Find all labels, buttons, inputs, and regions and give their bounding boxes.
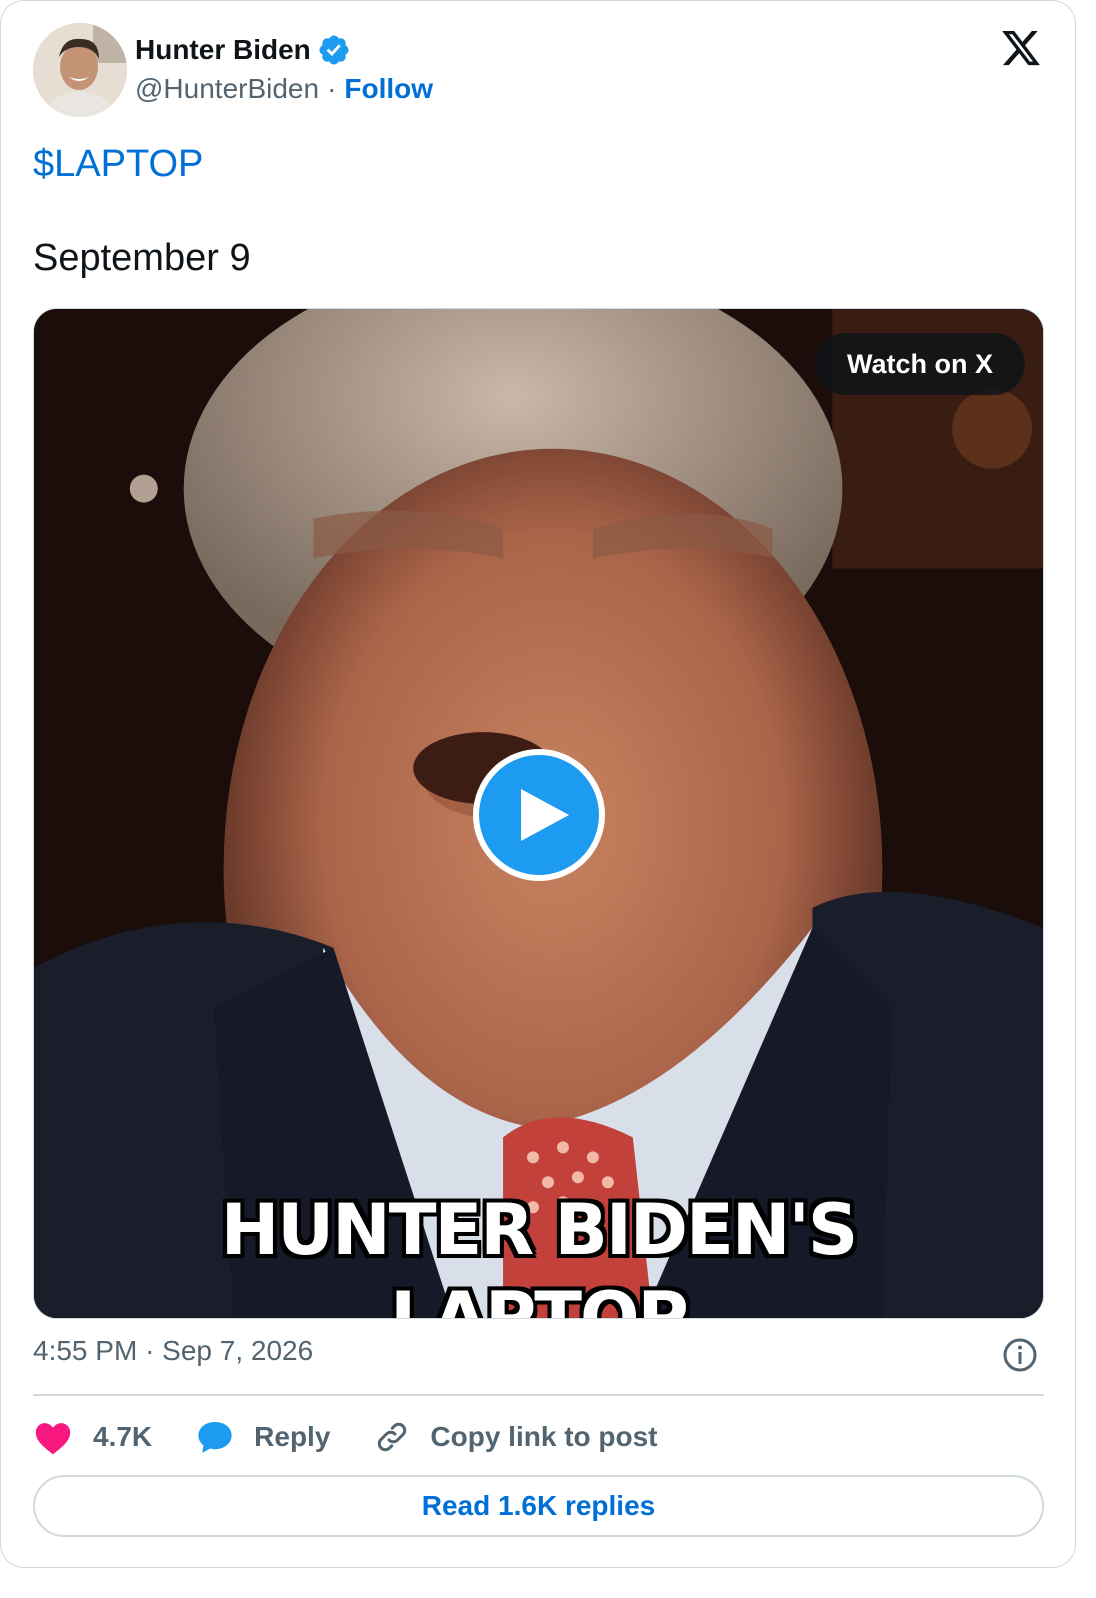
handle-row: @HunterBiden · Follow bbox=[135, 73, 433, 105]
play-button[interactable] bbox=[473, 749, 605, 881]
info-icon[interactable] bbox=[1002, 1337, 1038, 1373]
video-caption-line1: HUNTER BIDEN'S bbox=[220, 1189, 859, 1271]
post-text: September 9 bbox=[33, 237, 251, 279]
meta-separator: · bbox=[145, 1335, 155, 1366]
reply-button[interactable]: Reply bbox=[196, 1419, 330, 1455]
read-replies-button[interactable]: Read 1.6K replies bbox=[33, 1475, 1044, 1537]
copy-link-button[interactable]: Copy link to post bbox=[374, 1419, 658, 1455]
video-player[interactable]: Watch on X HUNTER BIDEN'S LAPTOP bbox=[33, 308, 1044, 1319]
reply-bubble-icon bbox=[198, 1421, 232, 1453]
follow-button[interactable]: Follow bbox=[344, 73, 433, 105]
link-icon bbox=[378, 1422, 407, 1452]
separator: · bbox=[327, 73, 337, 104]
avatar[interactable] bbox=[33, 23, 127, 117]
like-button[interactable]: 4.7K bbox=[33, 1419, 152, 1455]
divider bbox=[33, 1394, 1044, 1396]
post-header: Hunter Biden @HunterBiden · Follow bbox=[33, 23, 1043, 119]
copy-link-label: Copy link to post bbox=[430, 1421, 658, 1452]
post-date[interactable]: Sep 7, 2026 bbox=[162, 1335, 313, 1366]
embedded-post-card: Hunter Biden @HunterBiden · Follow $LAPT… bbox=[0, 0, 1076, 1568]
name-row: Hunter Biden bbox=[135, 33, 351, 67]
reply-label: Reply bbox=[254, 1421, 331, 1452]
heart-icon bbox=[35, 1423, 71, 1455]
verified-badge-icon bbox=[319, 35, 349, 65]
post-time[interactable]: 4:55 PM bbox=[33, 1335, 137, 1366]
watch-on-x-button[interactable]: Watch on X bbox=[815, 333, 1025, 395]
handle[interactable]: @HunterBiden bbox=[135, 73, 319, 105]
action-bar: 4.7K Reply Copy link to post bbox=[33, 1413, 702, 1461]
display-name[interactable]: Hunter Biden bbox=[135, 34, 311, 66]
cashtag-link[interactable]: $LAPTOP bbox=[33, 143, 203, 186]
post-timestamp: 4:55 PM · Sep 7, 2026 bbox=[33, 1335, 313, 1367]
x-logo-icon[interactable] bbox=[999, 27, 1043, 69]
video-caption-line2: LAPTOP bbox=[390, 1277, 689, 1319]
avatar-image bbox=[33, 23, 127, 117]
like-count: 4.7K bbox=[93, 1421, 153, 1452]
play-icon bbox=[521, 789, 569, 841]
